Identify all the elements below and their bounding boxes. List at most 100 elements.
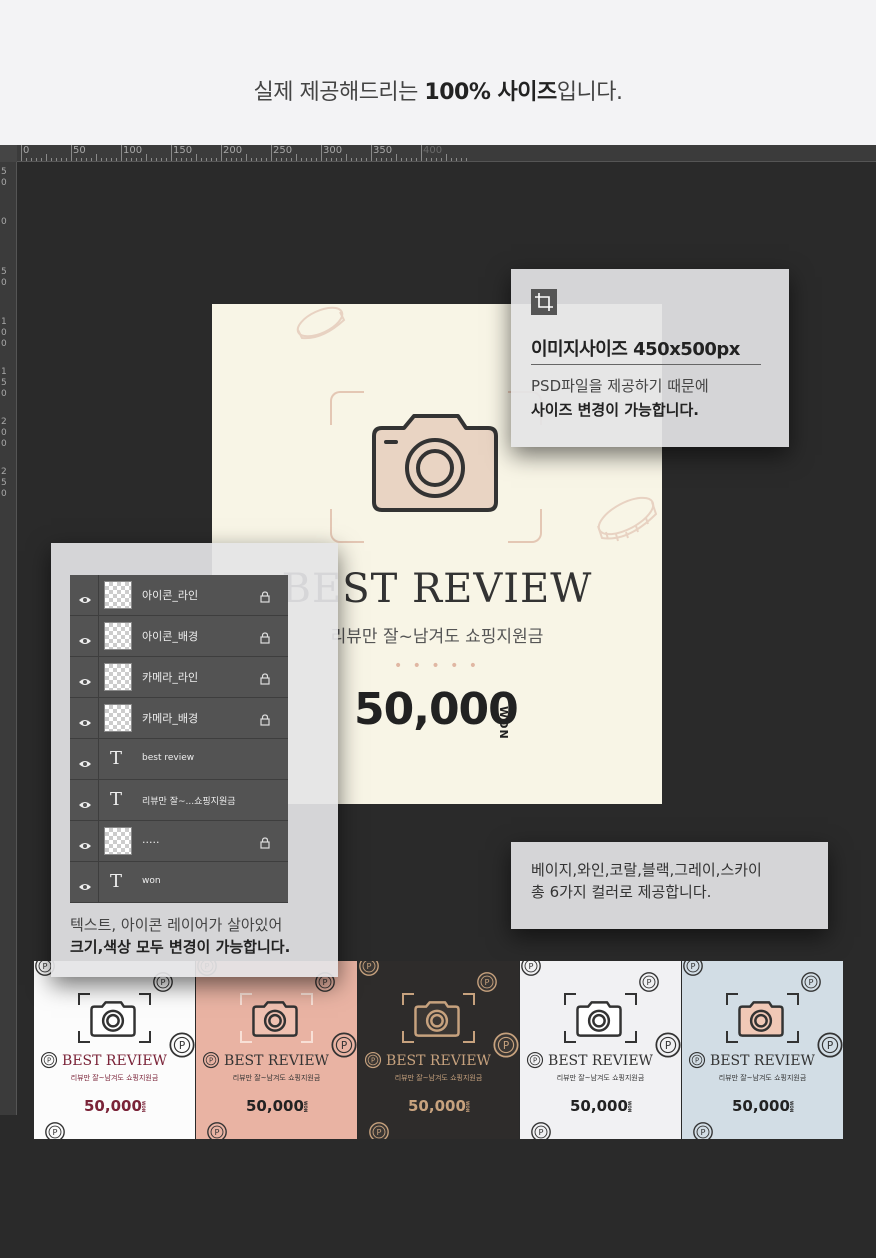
svg-text:P: P [323,977,328,987]
frame-corner [508,509,542,543]
ruler-left-label: 2 0 0 [1,417,7,449]
layer-thumbnail [104,704,132,732]
coin-icon: P [521,961,541,976]
svg-text:P: P [367,961,372,971]
lock-icon[interactable] [260,670,270,689]
layer-row[interactable]: 아이콘_배경 [70,616,288,657]
ruler-top-minor-mark [256,158,257,161]
ruler-top-minor-mark [106,158,107,161]
ruler-top-minor-mark [86,158,87,161]
variant-amount: 50,000 [408,1097,466,1115]
layer-row[interactable]: Tbest review [70,739,288,780]
svg-text:P: P [539,1127,544,1137]
ruler-top-minor-mark [26,158,27,161]
eye-icon[interactable] [70,575,99,615]
ruler-top-minor-mark [426,158,427,161]
variant-subtitle: 리뷰만 잘~남겨도 쇼핑지원금 [718,1074,807,1082]
ruler-top-minor-mark [146,154,147,161]
ruler-top-label: 300 [323,145,343,156]
coin-icon: P [45,1122,65,1139]
variant-amount: 50,000 [246,1097,304,1115]
color-variants: P P P P P BEST REVIEW 리뷰만 잘~남겨도 쇼핑지원금 50,000 WON… [34,961,843,1139]
eye-icon[interactable] [70,862,99,902]
variant-subtitle: 리뷰만 잘~남겨도 쇼핑지원금 [556,1074,645,1082]
ruler-top-label: 250 [273,145,293,156]
eye-icon[interactable] [70,739,99,779]
variant-unit: WON [627,1101,632,1113]
layer-row[interactable]: Twon [70,862,288,903]
ruler-top-minor-mark [91,158,92,161]
ruler-left: 5 0 0 5 0 1 0 0 1 5 0 2 0 0 2 5 0 [0,145,17,1115]
coin-icon [597,496,658,542]
layer-row[interactable]: T 리뷰만 잘~...쇼핑지원금 [70,780,288,821]
lock-icon[interactable] [260,588,270,607]
lock-icon[interactable] [260,834,270,853]
eye-icon[interactable] [70,780,99,820]
svg-text:P: P [341,1040,347,1052]
variant-amount: 50,000 [570,1097,628,1115]
ruler-top-minor-mark [441,158,442,161]
layer-name: 아이콘_라인 [142,589,199,602]
ruler-top-label: 100 [123,145,143,156]
ruler-top-minor-mark [116,158,117,161]
ruler-top-minor-mark [231,158,232,161]
eye-icon[interactable] [70,821,99,861]
eye-icon[interactable] [70,616,99,656]
svg-text:P: P [827,1040,833,1052]
variant-amount: 50,000 [732,1097,790,1115]
frame-corner [402,1031,414,1043]
variant-card-wine: P P P P P BEST REVIEW 리뷰만 잘~남겨도 쇼핑지원금 50,000 WON [34,961,195,1139]
frame-corner [726,1031,738,1043]
layer-row[interactable]: 아이콘_라인 [70,575,288,616]
layer-thumbnail [104,827,132,855]
ruler-top-minor-mark [341,158,342,161]
ruler-top-minor-mark [466,158,467,161]
ruler-top-minor-mark [451,158,452,161]
ruler-top-label: 350 [373,145,393,156]
ruler-top-minor-mark [46,154,47,161]
coin-icon: P [801,972,821,992]
ruler-top-minor-mark [241,158,242,161]
ruler-top-minor-mark [236,158,237,161]
frame-corner [625,1031,637,1043]
divider [531,364,761,365]
layer-row[interactable]: 카메라_배경 [70,698,288,739]
ruler-top-minor-mark [31,158,32,161]
frame-corner [625,993,637,1005]
ruler-top-minor-mark [301,158,302,161]
eye-icon[interactable] [70,657,99,697]
frame-corner [240,1031,252,1043]
layer-name: 아이콘_배경 [142,630,199,643]
layer-row[interactable]: ..... [70,821,288,862]
ruler-top-minor-mark [131,158,132,161]
ruler-top-minor-mark [246,154,247,161]
variant-title: BEST REVIEW [710,1053,815,1069]
ruler-top-minor-mark [391,158,392,161]
ruler-top-minor-mark [201,158,202,161]
ruler-top-mark [371,145,372,161]
ruler-top-minor-mark [431,158,432,161]
eye-icon[interactable] [70,698,99,738]
lock-icon[interactable] [260,629,270,648]
ruler-top-mark [21,145,22,161]
frame-corner [78,993,90,1005]
ruler-top-minor-mark [326,158,327,161]
size-title: 이미지사이즈 450x500px [531,339,740,360]
frame-corner [463,1031,475,1043]
layer-name: 카메라_라인 [142,671,199,684]
layer-row[interactable]: 카메라_라인 [70,657,288,698]
lock-icon[interactable] [260,711,270,730]
ruler-top-minor-mark [401,158,402,161]
headline-suffix: 입니다. [556,80,623,105]
variant-unit: WON [465,1101,470,1113]
coin-icon: P [207,1122,227,1139]
variant-card-black: P P P P P BEST REVIEW 리뷰만 잘~남겨도 쇼핑지원금 50,000 WON [358,961,519,1139]
ruler-left-label: 5 0 [1,267,7,288]
svg-text:P: P [485,977,490,987]
ruler-top-minor-mark [266,158,267,161]
ruler-left-label: 5 0 [1,167,7,188]
color-desc-line1: 베이지,와인,코랄,블랙,그레이,스카이 [531,861,762,879]
size-desc-line2: 사이즈 변경이 가능합니다. [531,401,699,419]
ruler-top-minor-mark [161,158,162,161]
crop-icon [531,289,557,315]
